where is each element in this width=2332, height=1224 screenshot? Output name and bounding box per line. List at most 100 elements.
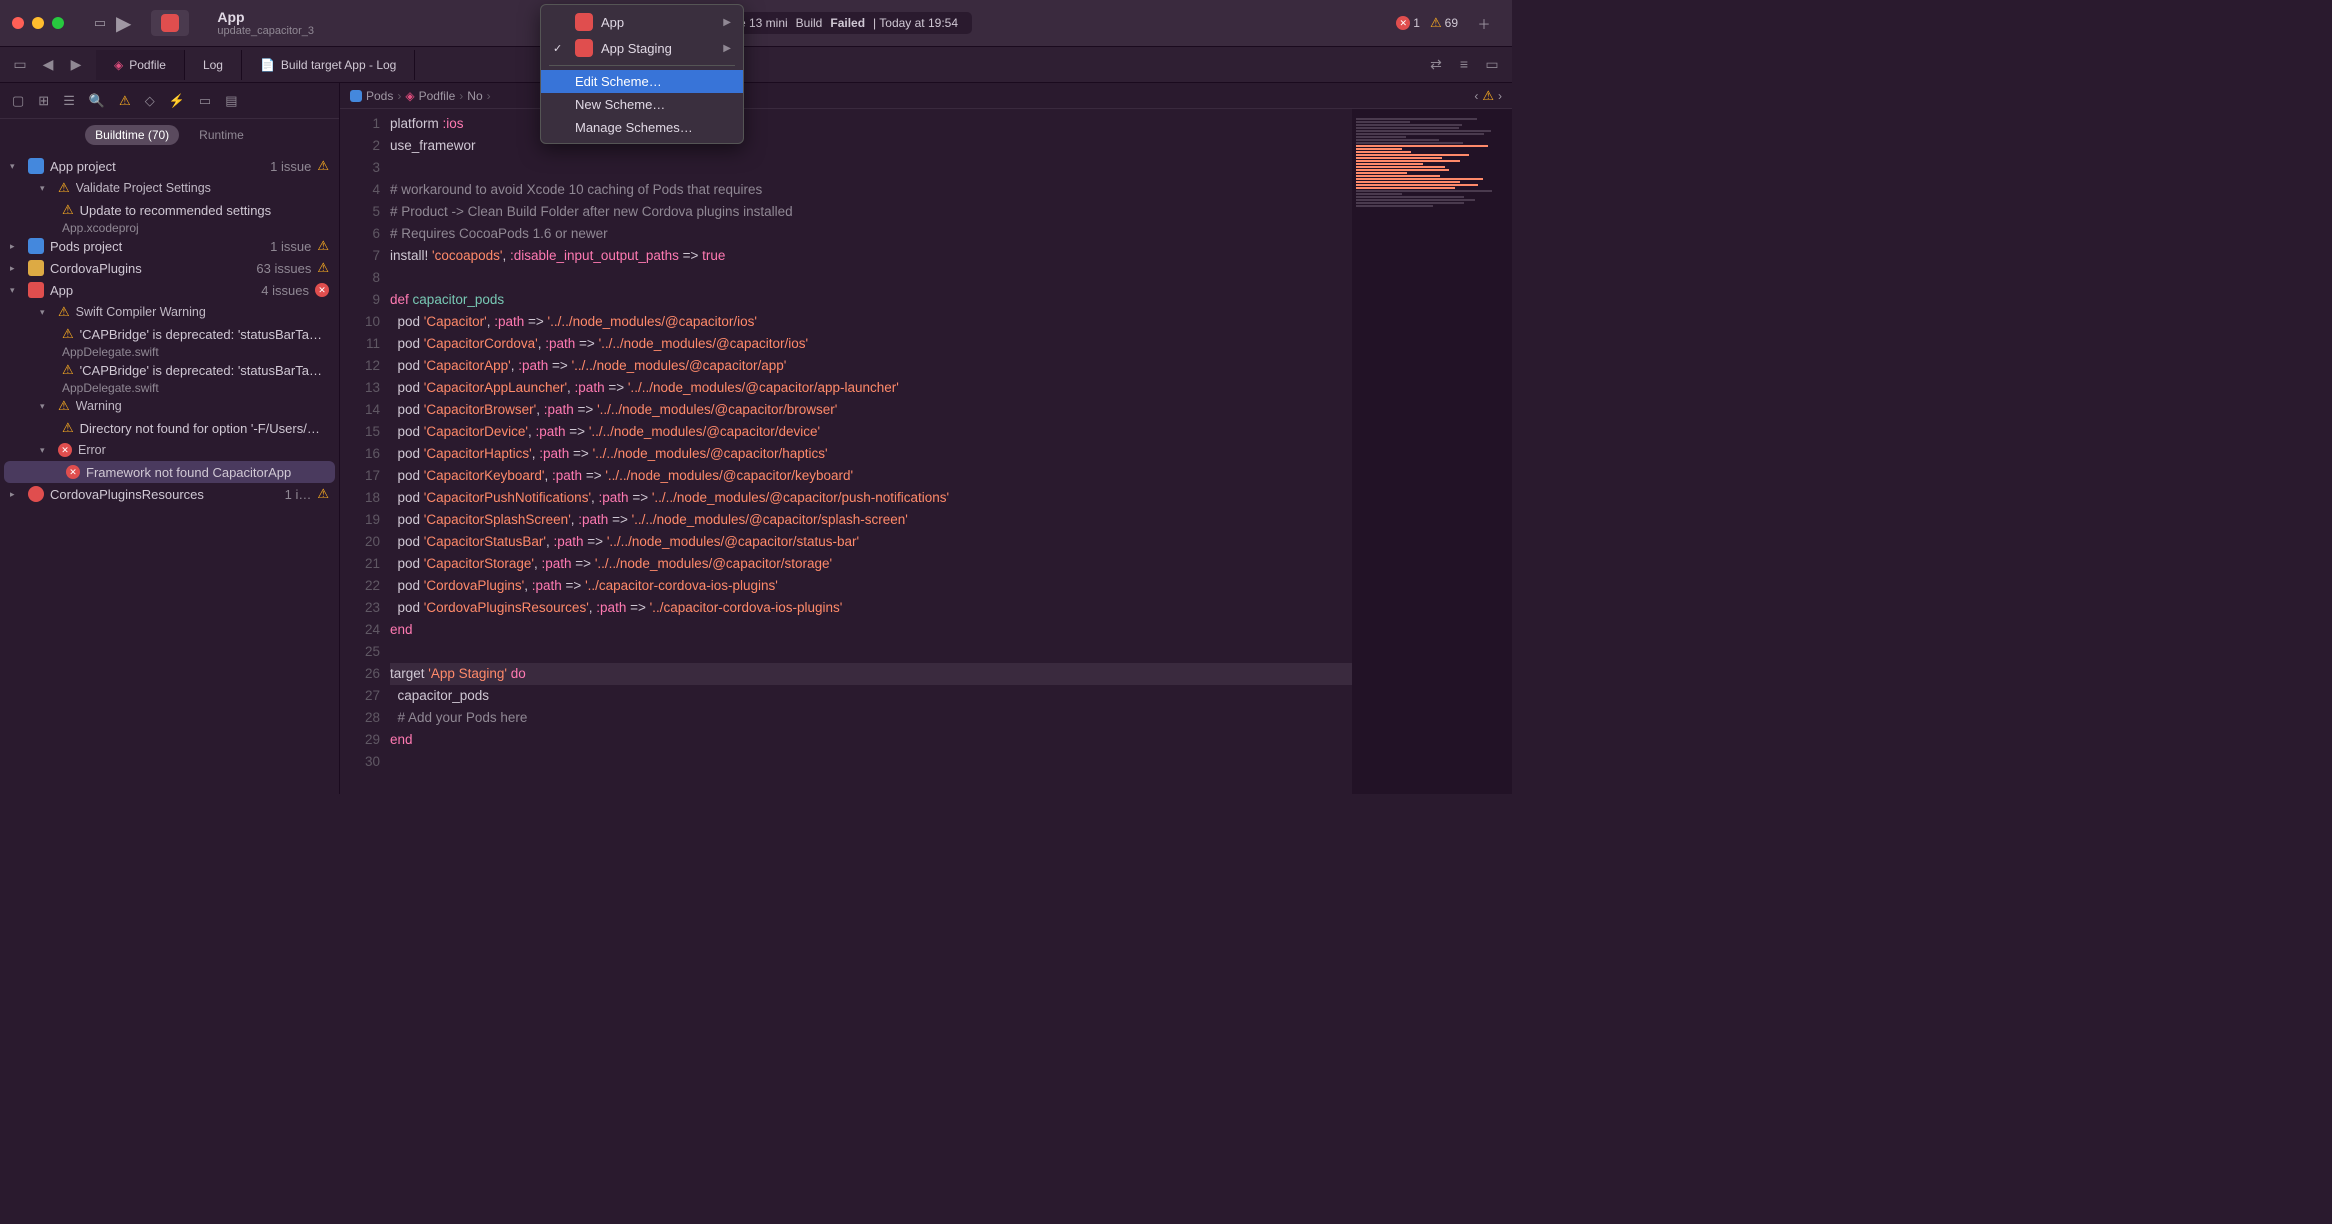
issue-group[interactable]: ▸CordovaPluginsResources 1 i…⚠ [0,483,339,505]
nav-issues-icon[interactable]: ▶ [64,56,88,73]
source-control-icon[interactable]: ⊞ [38,93,49,109]
issue-detail[interactable]: ✕Framework not found CapacitorApp [4,461,335,483]
tab-build-target-app---log[interactable]: 📄Build target App - Log [242,50,415,80]
warning-badge[interactable]: ⚠ 69 [1430,15,1458,31]
code-line[interactable]: pod 'CapacitorKeyboard', :path => '../..… [390,465,1352,487]
bc-back[interactable]: ‹ [1474,89,1478,103]
code-line[interactable]: pod 'CapacitorPushNotifications', :path … [390,487,1352,509]
breakpoint-icon[interactable]: ▭ [199,93,211,109]
issue-category[interactable]: ▾⚠Validate Project Settings [0,177,339,199]
bc-warn-icon[interactable]: ⚠ [1482,88,1494,104]
symbol-icon[interactable]: ☰ [63,93,75,109]
issue-file[interactable]: AppDelegate.swift [0,345,339,359]
issue-category[interactable]: ▾✕Error [0,439,339,461]
tab-podfile[interactable]: ◈Podfile [96,50,185,80]
sidebar-toggle-icon[interactable]: ▭ [84,7,116,39]
tests-icon[interactable]: ◇ [145,93,155,109]
code-line[interactable]: pod 'CapacitorHaptics', :path => '../../… [390,443,1352,465]
code-line[interactable]: capacitor_pods [390,685,1352,707]
debug-icon[interactable]: ⚡ [169,93,185,109]
code-line[interactable]: end [390,729,1352,751]
disclosure-icon[interactable]: ▾ [40,445,52,456]
scheme-action-item[interactable]: Manage Schemes… [541,116,743,139]
code-line[interactable]: pod 'CapacitorCordova', :path => '../../… [390,333,1352,355]
code-line[interactable] [390,641,1352,663]
review-icon[interactable]: ⇄ [1424,56,1448,73]
code-line[interactable]: # Product -> Clean Build Folder after ne… [390,201,1352,223]
issue-category[interactable]: ▾⚠Swift Compiler Warning [0,301,339,323]
issue-detail[interactable]: ⚠Update to recommended settings [0,199,339,221]
maximize-window-button[interactable] [52,17,64,29]
code-area[interactable]: 1234567891011121314151617181920212223242… [340,109,1512,794]
disclosure-icon[interactable]: ▾ [40,183,52,194]
disclosure-icon[interactable]: ▾ [40,401,52,412]
code-line[interactable]: end [390,619,1352,641]
code-line[interactable]: install! 'cocoapods', :disable_input_out… [390,245,1352,267]
folder-icon[interactable]: ▢ [12,93,24,109]
scheme-selector[interactable] [151,10,189,36]
inspector-toggle-icon[interactable]: ▭ [1480,56,1504,73]
breadcrumb-item[interactable]: Pods› [350,89,401,103]
code-line[interactable]: # Requires CocoaPods 1.6 or newer [390,223,1352,245]
code-line[interactable]: target 'App Staging' do [390,663,1352,685]
breadcrumb[interactable]: Pods› ◈Podfile› No› ‹ ⚠ › [340,83,1512,109]
issue-detail[interactable]: ⚠'CAPBridge' is deprecated: 'statusBarTa… [0,359,339,381]
disclosure-icon[interactable]: ▸ [10,263,22,274]
disclosure-icon[interactable]: ▾ [10,285,22,296]
issue-group[interactable]: ▾App 4 issues✕ [0,279,339,301]
code-line[interactable]: pod 'CapacitorBrowser', :path => '../../… [390,399,1352,421]
code-line[interactable]: pod 'CapacitorApp', :path => '../../node… [390,355,1352,377]
run-button[interactable]: ▶ [116,11,131,36]
issues-icon[interactable]: ⚠ [119,93,131,109]
runtime-pill[interactable]: Runtime [189,125,254,145]
code-line[interactable] [390,267,1352,289]
minimize-window-button[interactable] [32,17,44,29]
scheme-menu-item[interactable]: App▶ [541,9,743,35]
code-line[interactable]: pod 'CapacitorDevice', :path => '../../n… [390,421,1352,443]
add-button[interactable]: ＋ [1468,7,1500,39]
code-line[interactable]: # workaround to avoid Xcode 10 caching o… [390,179,1352,201]
tab-log[interactable]: Log [185,50,242,80]
code-line[interactable]: pod 'CapacitorAppLauncher', :path => '..… [390,377,1352,399]
code-line[interactable]: pod 'CapacitorSplashScreen', :path => '.… [390,509,1352,531]
code-line[interactable]: pod 'CordovaPlugins', :path => '../capac… [390,575,1352,597]
issue-file[interactable]: App.xcodeproj [0,221,339,235]
issue-group[interactable]: ▸CordovaPlugins 63 issues⚠ [0,257,339,279]
find-icon[interactable]: 🔍 [89,93,105,109]
code-line[interactable]: use_framewor [390,135,1352,157]
disclosure-icon[interactable]: ▾ [40,307,52,318]
code-line[interactable]: platform :ios [390,113,1352,135]
code-line[interactable]: pod 'CapacitorStatusBar', :path => '../.… [390,531,1352,553]
scheme-action-item[interactable]: Edit Scheme… [541,70,743,93]
buildtime-pill[interactable]: Buildtime (70) [85,125,179,145]
code-line[interactable]: def capacitor_pods [390,289,1352,311]
issue-category[interactable]: ▾⚠Warning [0,395,339,417]
nav-back-icon[interactable]: ▭ [8,56,32,73]
code-line[interactable] [390,157,1352,179]
close-window-button[interactable] [12,17,24,29]
code-line[interactable]: pod 'Capacitor', :path => '../../node_mo… [390,311,1352,333]
breadcrumb-item[interactable]: No› [467,89,490,103]
code-line[interactable] [390,751,1352,773]
disclosure-icon[interactable]: ▸ [10,241,22,252]
breadcrumb-item[interactable]: ◈Podfile› [405,89,463,103]
issue-group[interactable]: ▾App project 1 issue⚠ [0,155,339,177]
minimap[interactable] [1352,109,1512,794]
error-badge[interactable]: ✕ 1 [1396,16,1420,30]
adjust-icon[interactable]: ≡ [1452,56,1476,73]
code-line[interactable]: pod 'CapacitorStorage', :path => '../../… [390,553,1352,575]
issue-file[interactable]: AppDelegate.swift [0,381,339,395]
issue-detail[interactable]: ⚠Directory not found for option '-F/User… [0,417,339,439]
build-status[interactable]: ne 13 mini Build Failed | Today at 19:54 [718,12,972,34]
code-line[interactable]: pod 'CordovaPluginsResources', :path => … [390,597,1352,619]
issue-group[interactable]: ▸Pods project 1 issue⚠ [0,235,339,257]
disclosure-icon[interactable]: ▸ [10,489,22,500]
bc-fwd[interactable]: › [1498,89,1502,103]
code[interactable]: platform :iosuse_framewor # workaround to… [390,109,1352,794]
nav-fwd-icon[interactable]: ◀ [36,56,60,73]
issue-detail[interactable]: ⚠'CAPBridge' is deprecated: 'statusBarTa… [0,323,339,345]
disclosure-icon[interactable]: ▾ [10,161,22,172]
report-icon[interactable]: ▤ [225,93,237,109]
scheme-action-item[interactable]: New Scheme… [541,93,743,116]
scheme-menu-item[interactable]: ✓App Staging▶ [541,35,743,61]
